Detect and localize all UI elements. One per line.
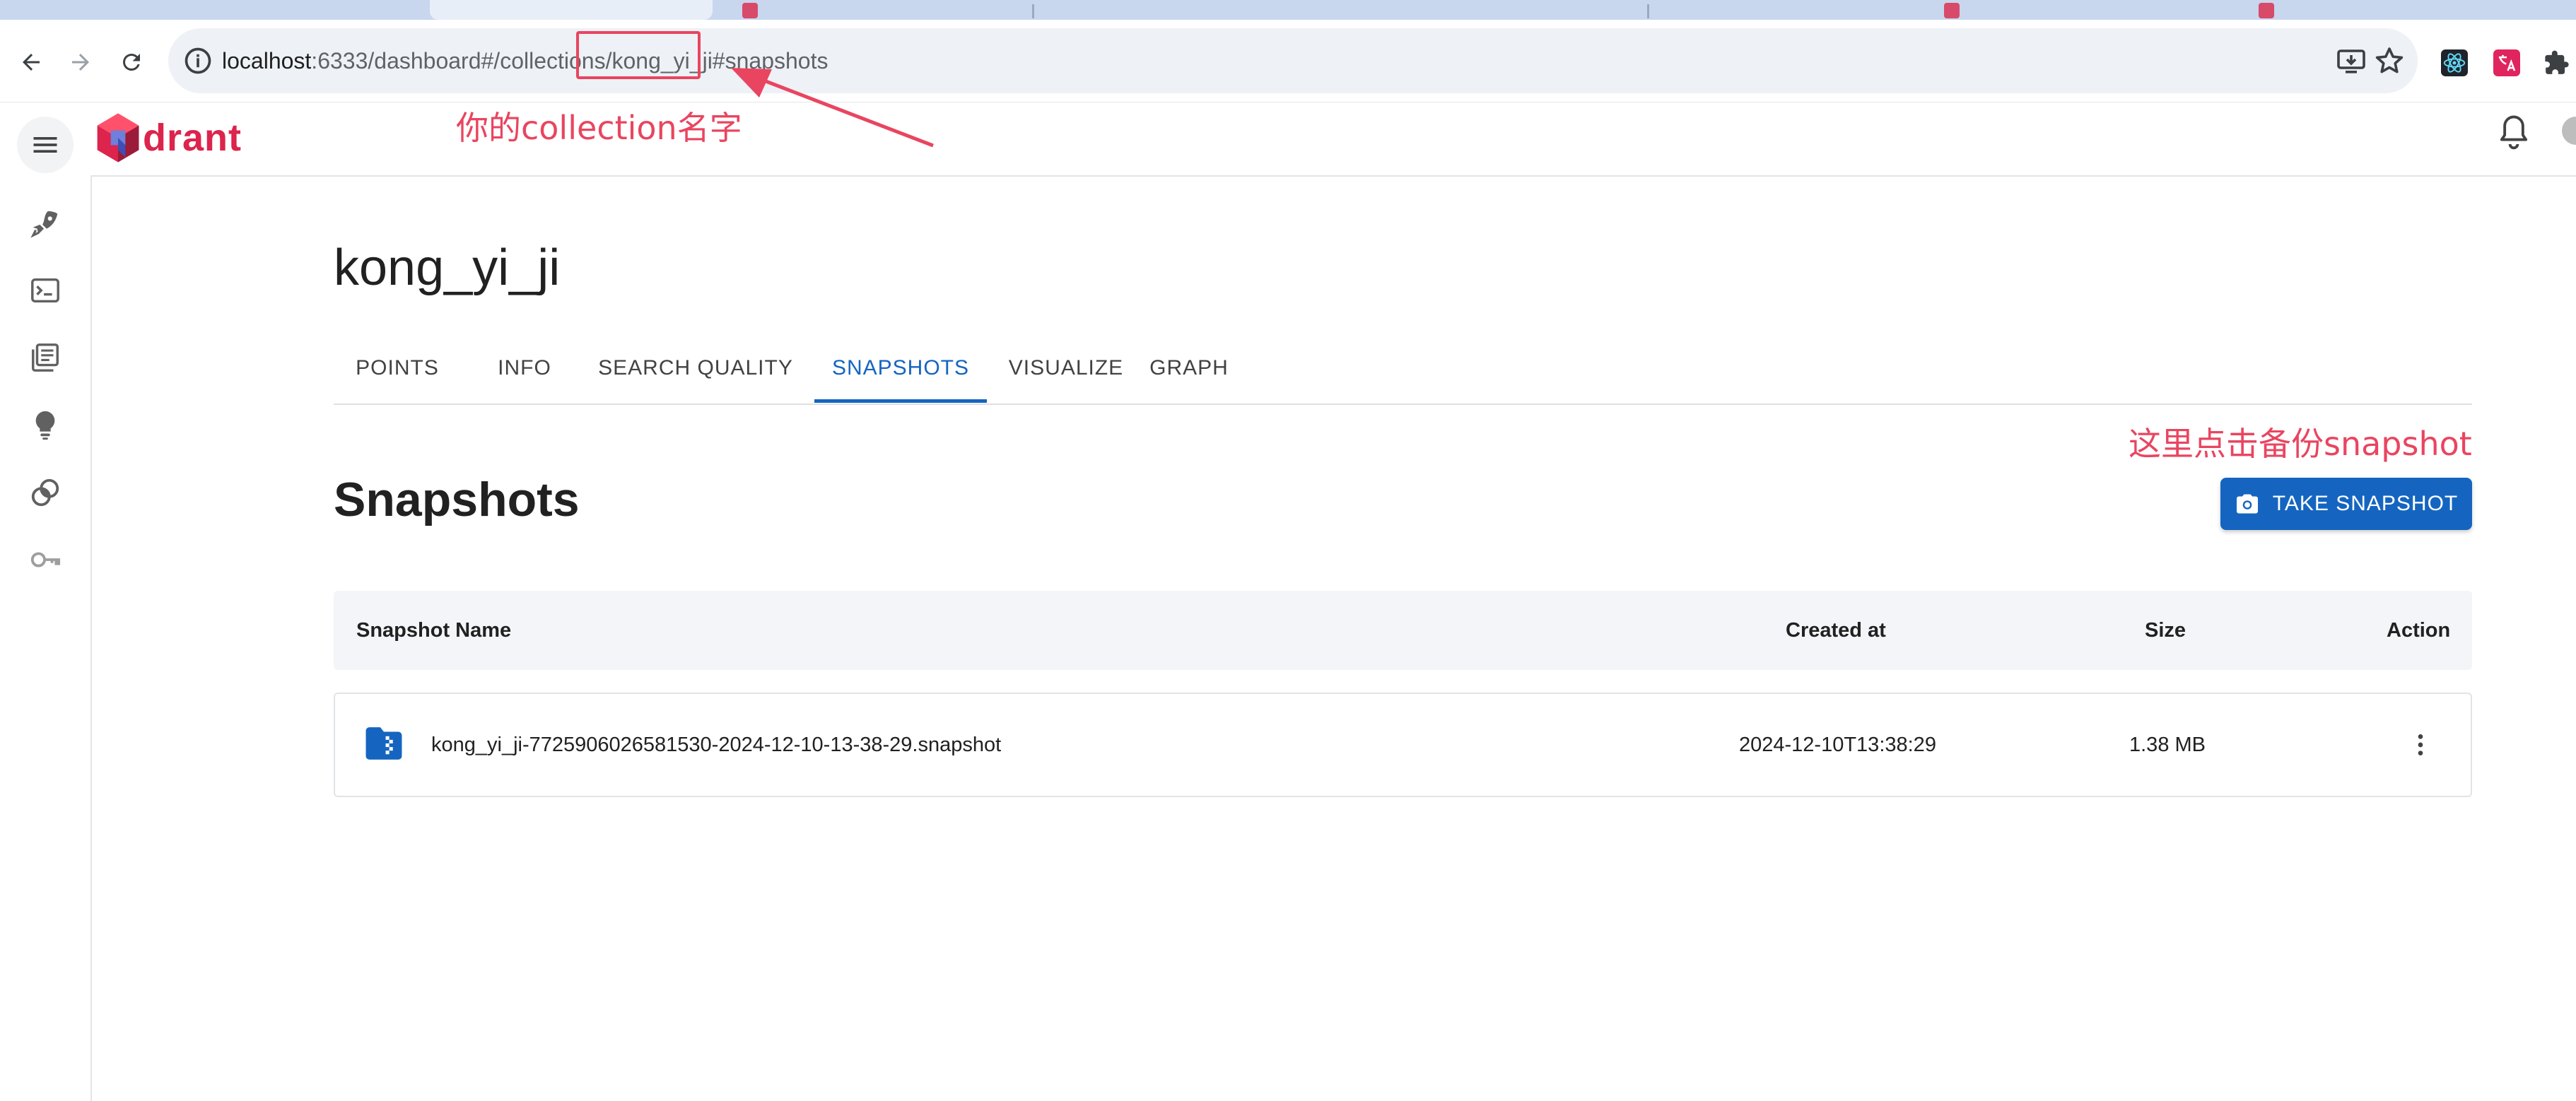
translate-extension[interactable] — [2493, 49, 2520, 76]
key-icon — [30, 552, 61, 567]
tab-separator — [1032, 4, 1034, 18]
collection-tabs: POINTS INFO SEARCH QUALITY SNAPSHOTS VIS… — [334, 343, 2472, 405]
arrow-right-icon — [72, 54, 89, 71]
back-button[interactable] — [16, 47, 47, 78]
address-bar-url[interactable]: localhost:6333/dashboard#/collections/ko… — [222, 28, 828, 93]
column-header-name: Snapshot Name — [356, 619, 512, 642]
snapshots-table-header: Snapshot Name Created at Size Action — [334, 591, 2472, 670]
snapshots-heading: Snapshots — [334, 473, 580, 526]
annotation-collection-name: 你的collection名字 — [456, 109, 742, 147]
url-host: localhost — [222, 48, 312, 73]
tab-info[interactable]: INFO — [475, 343, 574, 404]
snapshot-size: 1.38 MB — [2129, 734, 2206, 756]
browser-tab-active[interactable] — [430, 0, 713, 20]
folder-zip-icon — [365, 727, 402, 760]
terminal-icon — [31, 278, 59, 303]
column-header-action: Action — [2387, 619, 2451, 642]
column-header-created: Created at — [1786, 619, 1886, 642]
translate-icon — [2493, 49, 2520, 76]
puzzle-extension[interactable] — [2543, 49, 2570, 76]
user-avatar[interactable] — [2562, 117, 2576, 145]
sidebar-item-access[interactable] — [27, 541, 64, 578]
column-header-size: Size — [2145, 619, 2186, 642]
forward-button[interactable] — [65, 47, 96, 78]
react-devtools-extension[interactable] — [2441, 49, 2468, 76]
browser-toolbar: localhost:6333/dashboard#/collections/ko… — [0, 20, 2576, 103]
app-header: drant — [0, 102, 2576, 177]
puzzle-icon — [2545, 50, 2569, 74]
arrow-left-icon — [23, 54, 40, 71]
install-app-icon[interactable] — [2334, 44, 2368, 78]
menu-button[interactable] — [17, 117, 74, 173]
active-tab-indicator — [814, 399, 987, 403]
site-info-icon[interactable] — [182, 45, 213, 76]
sidebar — [0, 175, 92, 1101]
tab-points[interactable]: POINTS — [334, 343, 461, 404]
reload-icon — [123, 53, 140, 71]
tab-separator — [1647, 4, 1649, 18]
sidebar-item-welcome[interactable] — [27, 205, 64, 242]
sidebar-item-datasets[interactable] — [27, 474, 64, 511]
datasets-icon — [31, 478, 59, 507]
browser-tab[interactable] — [1944, 3, 1960, 18]
snapshot-created-at: 2024-12-10T13:38:29 — [1739, 734, 1936, 756]
camera-icon — [2236, 494, 2258, 514]
reload-button[interactable] — [116, 47, 147, 78]
row-actions-button[interactable] — [2401, 725, 2440, 765]
notifications-bell-icon[interactable] — [2495, 112, 2532, 155]
address-bar[interactable]: localhost:6333/dashboard#/collections/ko… — [168, 28, 2418, 93]
take-snapshot-label: TAKE SNAPSHOT — [2272, 492, 2459, 515]
qdrant-logo[interactable]: drant — [93, 107, 242, 169]
table-row: kong_yi_ji-7725906026581530-2024-12-10-1… — [334, 693, 2472, 797]
sidebar-item-tutorial[interactable] — [27, 406, 64, 443]
browser-tab-strip — [0, 0, 2576, 20]
annotation-take-snapshot: 这里点击备份snapshot — [2129, 425, 2472, 463]
qdrant-logo-icon — [97, 113, 139, 163]
tab-visualize[interactable]: VISUALIZE — [1001, 343, 1131, 404]
bookmark-star-icon[interactable] — [2372, 44, 2406, 78]
snapshot-name: kong_yi_ji-7725906026581530-2024-12-10-1… — [431, 734, 1002, 756]
browser-tab[interactable] — [742, 3, 758, 18]
tab-search-quality[interactable]: SEARCH QUALITY — [592, 343, 799, 404]
browser-tab[interactable] — [2259, 3, 2274, 18]
collection-title: kong_yi_ji — [334, 240, 561, 296]
sidebar-item-console[interactable] — [27, 272, 64, 309]
library-icon — [32, 343, 59, 372]
hamburger-icon — [33, 137, 57, 153]
logo-text: drant — [143, 117, 242, 159]
tab-graph[interactable]: GRAPH — [1145, 343, 1233, 404]
tab-snapshots[interactable]: SNAPSHOTS — [814, 343, 987, 404]
sidebar-item-collections[interactable] — [27, 339, 64, 376]
more-vertical-icon — [2418, 734, 2423, 755]
rocket-icon — [30, 211, 58, 238]
react-icon — [2441, 49, 2468, 76]
lightbulb-icon — [35, 411, 55, 440]
take-snapshot-button[interactable]: TAKE SNAPSHOT — [2220, 478, 2472, 530]
annotation-highlight-box — [576, 31, 701, 79]
url-path: :6333/dashboard#/collections/kong_yi_ji#… — [311, 48, 829, 73]
